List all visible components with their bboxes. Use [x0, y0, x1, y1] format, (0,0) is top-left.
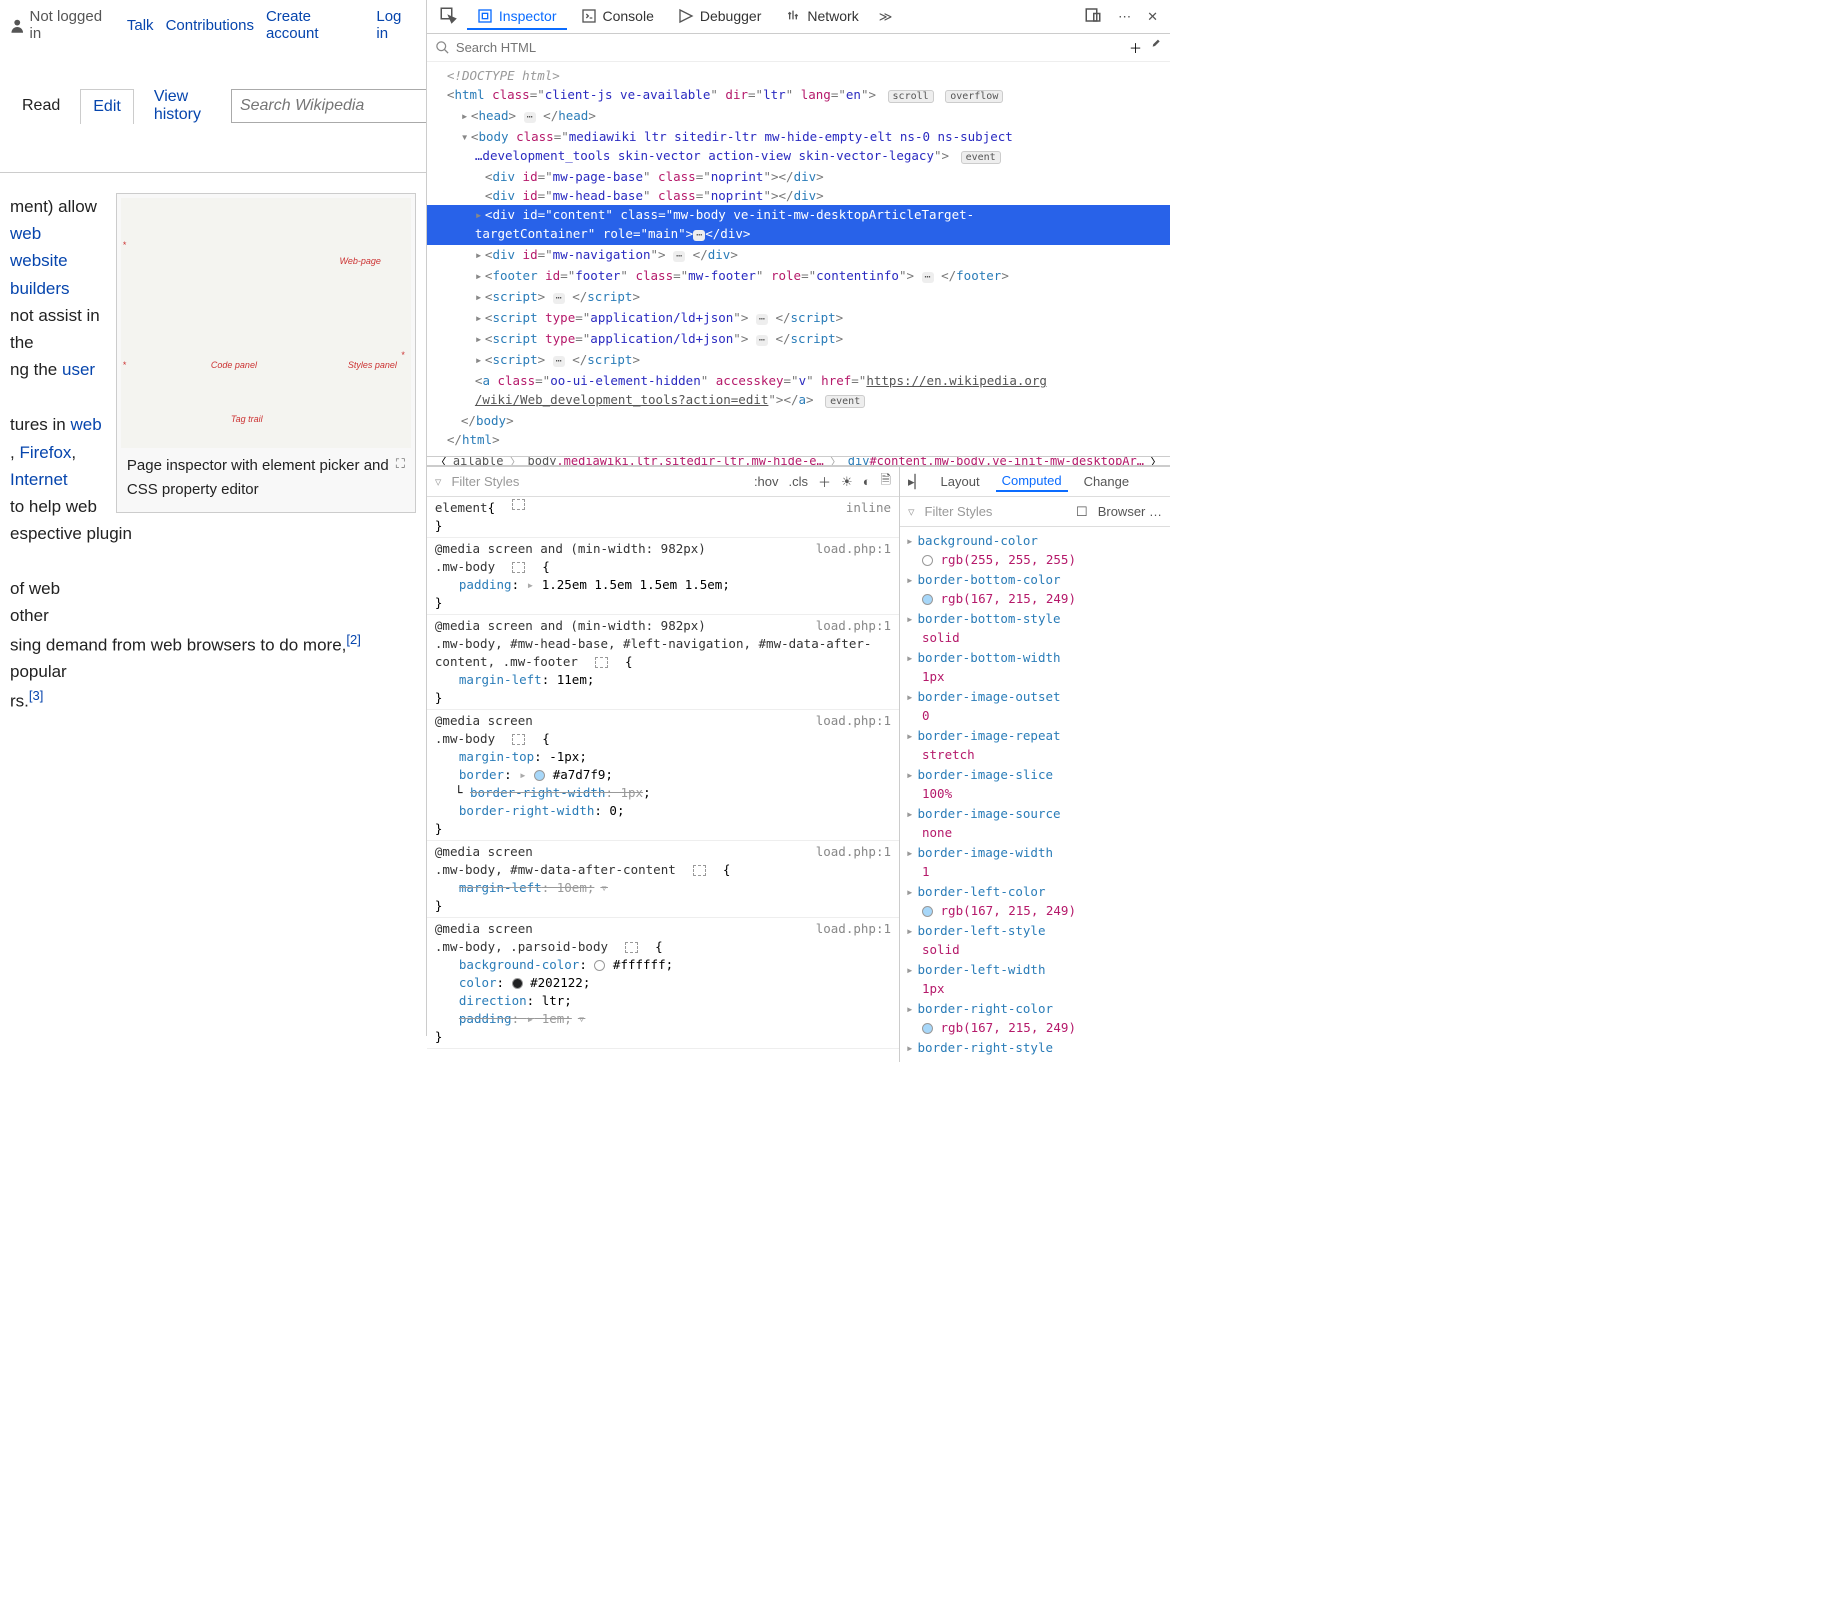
more-tabs-icon[interactable]: ≫ — [873, 5, 899, 29]
login-link[interactable]: Log in — [376, 8, 416, 42]
dom-tree[interactable]: <!DOCTYPE html><html class="client-js ve… — [427, 62, 1170, 456]
computed-filter-row: ▿ Filter Styles ☐ Browser … — [900, 497, 1170, 527]
pick-element-icon[interactable] — [433, 2, 463, 31]
wiki-personal-nav: Not logged in Talk Contributions Create … — [0, 0, 426, 50]
wiki-view-tabs: Read Edit View history — [0, 80, 426, 132]
computed-pane: ▸▏ Layout Computed Change ▿ Filter Style… — [900, 467, 1170, 1062]
side-tab-changes[interactable]: Change — [1078, 472, 1136, 491]
add-rule-icon[interactable]: ＋ — [818, 472, 831, 491]
article-content: Web-page Code panel Styles panel Tag tra… — [0, 193, 426, 715]
tab-view-history[interactable]: View history — [142, 80, 213, 132]
close-icon[interactable]: ✕ — [1141, 5, 1164, 29]
citation-3[interactable]: [3] — [29, 688, 43, 703]
citation-2[interactable]: [2] — [346, 632, 360, 647]
wikipedia-page: Not logged in Talk Contributions Create … — [0, 0, 427, 1036]
search-input[interactable] — [240, 97, 427, 115]
light-mode-icon[interactable]: ☀ — [841, 474, 853, 490]
filter-styles-label[interactable]: Filter Styles — [451, 474, 519, 489]
html-search-input[interactable] — [456, 40, 1123, 55]
add-node-icon[interactable]: ＋ — [1129, 38, 1142, 57]
toggle-sidebar-icon[interactable]: ▸▏ — [908, 474, 925, 490]
tab-debugger[interactable]: Debugger — [668, 4, 772, 30]
rules-list[interactable]: element { inline}@media screen and (min-… — [427, 497, 899, 1062]
tab-edit[interactable]: Edit — [80, 89, 134, 124]
search-icon — [435, 40, 450, 55]
dark-mode-icon[interactable]: ◐ — [863, 474, 871, 489]
thumbnail-caption: ⛶ Page inspector with element picker and… — [121, 448, 411, 508]
side-tab-layout[interactable]: Layout — [935, 472, 986, 491]
search-box[interactable] — [231, 89, 427, 123]
tab-inspector[interactable]: Inspector — [467, 4, 567, 30]
link-user[interactable]: user — [62, 360, 95, 379]
link-internet[interactable]: Internet — [10, 470, 68, 489]
person-icon — [10, 18, 24, 33]
computed-filter-label[interactable]: Filter Styles — [925, 504, 993, 519]
thumbnail: Web-page Code panel Styles panel Tag tra… — [116, 193, 416, 513]
print-mode-icon[interactable]: 🗎 — [881, 471, 891, 493]
html-search-row: ＋ — [427, 34, 1170, 62]
kebab-menu-icon[interactable]: ⋯ — [1112, 5, 1137, 29]
browser-styles-checkbox[interactable]: ☐ — [1076, 504, 1088, 520]
create-account-link[interactable]: Create account — [266, 8, 364, 42]
side-tab-computed[interactable]: Computed — [996, 471, 1068, 492]
dom-breadcrumb[interactable]: 〈 ailable 〉 body.mediawiki.ltr.sitedir-l… — [427, 456, 1170, 466]
tab-console[interactable]: Console — [571, 4, 664, 30]
tab-network[interactable]: Network — [775, 4, 868, 30]
eyedropper-icon[interactable] — [1148, 39, 1162, 56]
rules-pane: ▿ Filter Styles :hov .cls ＋ ☀ ◐ 🗎 elemen… — [427, 467, 900, 1062]
funnel-icon[interactable]: ▿ — [435, 474, 442, 490]
cls-toggle[interactable]: .cls — [789, 474, 809, 489]
link-website-builders[interactable]: website builders — [10, 251, 70, 297]
thumbnail-image[interactable]: Web-page Code panel Styles panel Tag tra… — [121, 198, 411, 448]
devtools-panel: Inspector Console Debugger Network ≫ ⋯ ✕ — [427, 0, 1170, 1036]
tab-read[interactable]: Read — [10, 89, 72, 123]
computed-list[interactable]: ▸background-color rgb(255, 255, 255)▸bor… — [900, 527, 1170, 1062]
hov-toggle[interactable]: :hov — [754, 474, 779, 489]
breadcrumb-prev-icon[interactable]: 〈 — [435, 456, 447, 466]
devtools-toolbar: Inspector Console Debugger Network ≫ ⋯ ✕ — [427, 0, 1170, 34]
side-tabs: ▸▏ Layout Computed Change — [900, 467, 1170, 497]
talk-link[interactable]: Talk — [127, 17, 154, 34]
browser-styles-label: Browser … — [1098, 504, 1162, 519]
breadcrumb-next-icon[interactable]: 〉 — [1150, 456, 1162, 466]
link-firefox[interactable]: Firefox — [19, 443, 71, 462]
link-web2[interactable]: web — [70, 415, 101, 434]
link-web[interactable]: web — [10, 224, 41, 243]
enlarge-icon[interactable]: ⛶ — [396, 454, 405, 475]
responsive-mode-icon[interactable] — [1078, 2, 1108, 31]
rules-toolbar: ▿ Filter Styles :hov .cls ＋ ☀ ◐ 🗎 — [427, 467, 899, 497]
login-status: Not logged in — [10, 8, 115, 42]
contributions-link[interactable]: Contributions — [166, 17, 254, 34]
